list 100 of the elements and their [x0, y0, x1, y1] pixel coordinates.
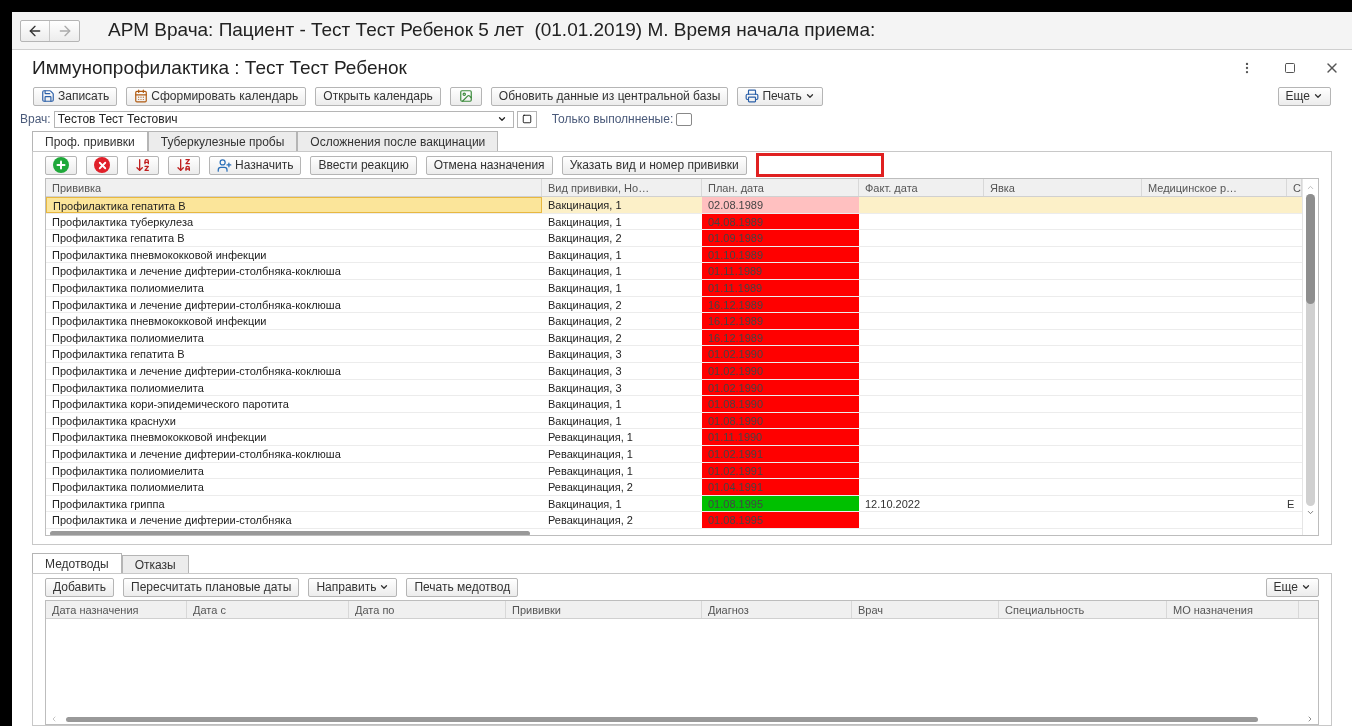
icon-button[interactable]: [45, 155, 77, 175]
maximize-icon[interactable]: [1284, 62, 1296, 74]
toolbar-button[interactable]: Печать: [737, 86, 823, 106]
sort-ascending-icon: [135, 157, 151, 173]
toolbar-button[interactable]: Указать вид и номер прививки: [561, 155, 747, 175]
toolbar-button[interactable]: Обновить данные из центральной базы: [490, 86, 729, 106]
table-row[interactable]: Профилактика гепатита В Вакцинация, 3 01.02.1990: [46, 346, 1302, 363]
vertical-scrollbar[interactable]: [1302, 179, 1318, 535]
date-cell: 01.11.1989: [702, 263, 859, 279]
icon-button[interactable]: [449, 86, 482, 106]
table-cell-text: Вакцинация, 3: [547, 363, 623, 379]
table-cell-text: Вакцинация, 3: [547, 347, 623, 362]
table-cell: 12.10.2022: [865, 497, 921, 510]
calendar-icon: [134, 89, 149, 103]
column-header[interactable]: Вид прививки, Но…: [542, 179, 702, 196]
date-cell: 01.11.1990: [702, 429, 859, 445]
column-header[interactable]: Прививка: [46, 179, 542, 196]
toolbar-button[interactable]: Ввести реакцию: [310, 155, 417, 175]
search-field[interactable]: [755, 153, 884, 177]
table-cell-text: Профилактика гриппа: [51, 496, 166, 512]
print-icon: [745, 89, 760, 103]
doctor-label: Врач:: [20, 111, 51, 128]
only-done-checkbox[interactable]: [676, 112, 693, 126]
caret-icon: [1301, 582, 1311, 592]
toolbar-button[interactable]: Отмена назначения: [425, 155, 553, 175]
tab[interactable]: Отказы: [121, 555, 189, 573]
table-cell-text: Вакцинация, 1: [547, 413, 623, 429]
scroll-down-icon[interactable]: [1306, 508, 1315, 517]
window-icon: [521, 114, 532, 124]
table-cell-text: Профилактика и лечение дифтерии-столбняка-коклюша: [51, 264, 342, 279]
column-header[interactable]: Медицинское р…: [1142, 179, 1287, 196]
date-cell: 02.08.1989: [702, 197, 859, 213]
table-cell-text: Профилактика полиомиелита: [51, 380, 205, 396]
table-cell-text: Профилактика пневмококковой инфекции: [51, 247, 268, 263]
table-row[interactable]: Профилактика и лечение дифтерии-столбняка Ревакцинация, 2 01.08.1995: [46, 512, 1302, 529]
person-icon: [217, 157, 232, 173]
tab[interactable]: Осложнения после вакцинации: [297, 131, 499, 151]
more-button[interactable]: Еще: [1277, 86, 1331, 106]
delete-icon: [94, 157, 110, 173]
table-row[interactable]: Профилактика и лечение дифтерии-столбняка-коклюша Вакцинация, 1 01.11.1989: [46, 263, 1302, 280]
table-cell-text: Профилактика и лечение дифтерии-столбняка-коклюша: [51, 297, 342, 313]
toolbar-button[interactable]: Открыть календарь: [315, 86, 441, 106]
table-cell-text: Вакцинация, 1: [547, 247, 623, 263]
table-cell-text: Вакцинация, 3: [547, 380, 623, 396]
more-button[interactable]: Еще: [1265, 577, 1319, 597]
table-cell-text: Вакцинация, 2: [547, 314, 623, 329]
table-cell-text: Ревакцинация, 1: [547, 463, 634, 479]
date-cell: 16.12.1989: [702, 313, 859, 329]
column-header[interactable]: Специальность: [999, 601, 1167, 618]
table-row[interactable]: Профилактика гепатита В Вакцинация, 2 01.09.1989: [46, 230, 1302, 247]
column-header[interactable]: План. дата: [702, 179, 859, 196]
table-row[interactable]: Профилактика гепатита В Вакцинация, 1 02.08.1989: [46, 197, 1302, 214]
open-button[interactable]: [516, 110, 537, 128]
toolbar-button[interactable]: Направить: [308, 577, 398, 597]
column-header[interactable]: Дата по: [349, 601, 506, 618]
column-header[interactable]: Явка: [984, 179, 1142, 196]
table-cell-text: Профилактика полиомиелита: [51, 463, 205, 479]
table-cell-text: Профилактика и лечение дифтерии-столбняка: [51, 513, 293, 528]
add-icon: [53, 157, 69, 173]
toolbar-button[interactable]: Печать медотвод: [406, 577, 519, 597]
doctor-field[interactable]: Тестов Тест Тестович: [53, 110, 514, 128]
column-header[interactable]: Диагноз: [702, 601, 852, 618]
toolbar-button[interactable]: Записать: [33, 86, 118, 106]
column-header[interactable]: Прививки: [506, 601, 702, 618]
table-cell-text: Профилактика туберкулеза: [51, 214, 195, 230]
table-cell-text: Ревакцинация, 1: [547, 430, 634, 445]
icon-button[interactable]: [168, 155, 200, 175]
toolbar-button[interactable]: Назначить: [209, 155, 302, 175]
table-cell-text: Профилактика и лечение дифтерии-столбняка-коклюша: [51, 363, 342, 379]
tab[interactable]: Туберкулезные пробы: [147, 131, 298, 151]
table-cell: Профилактика гепатита В: [46, 197, 542, 213]
date-cell: 01.09.1989: [702, 230, 859, 246]
icon-button[interactable]: [86, 155, 118, 175]
sort-descending-icon: [176, 157, 192, 173]
toolbar-button[interactable]: Добавить: [45, 577, 115, 597]
column-header[interactable]: Факт. дата: [859, 179, 984, 196]
column-header[interactable]: Врач: [852, 601, 999, 618]
table-cell-text: Профилактика и лечение дифтерии-столбняка-коклюша: [51, 446, 342, 462]
table-row[interactable]: Профилактика кори-эпидемического паротита Вакцинация, 1 01.08.1990: [46, 396, 1302, 413]
tab[interactable]: Проф. прививки: [32, 131, 148, 151]
table-cell-text: Профилактика гепатита В: [51, 347, 186, 362]
tab[interactable]: Медотводы: [32, 553, 122, 573]
table-cell: Е: [1287, 497, 1295, 510]
scroll-right-icon[interactable]: [1306, 715, 1314, 723]
column-header[interactable]: Дата назначения: [46, 601, 187, 618]
table-cell-text: Вакцинация, 1: [547, 496, 623, 512]
toolbar-button[interactable]: Сформировать календарь: [126, 86, 307, 106]
table-row[interactable]: Профилактика пневмококковой инфекции Вакцинация, 2 16.12.1989: [46, 313, 1302, 330]
table-cell-text: Профилактика кори-эпидемического паротита: [51, 397, 290, 412]
table-row[interactable]: Профилактика пневмококковой инфекции Ревакцинация, 1 01.11.1990: [46, 429, 1302, 446]
icon-button[interactable]: [127, 155, 159, 175]
scroll-thumb[interactable]: [1306, 194, 1315, 304]
column-header[interactable]: Дата с: [187, 601, 349, 618]
toolbar-button[interactable]: Пересчитать плановые даты: [123, 577, 300, 597]
image-icon: [457, 89, 474, 103]
column-header[interactable]: МО назначения: [1167, 601, 1299, 618]
table-cell-text: Профилактика краснухи: [51, 413, 177, 429]
table-cell-text: Ревакцинация, 1: [547, 446, 634, 462]
table-cell-text: Вакцинация, 1: [547, 198, 623, 213]
table-row[interactable]: Профилактика полиомиелита Ревакцинация, 2 01.04.1991: [46, 479, 1302, 496]
